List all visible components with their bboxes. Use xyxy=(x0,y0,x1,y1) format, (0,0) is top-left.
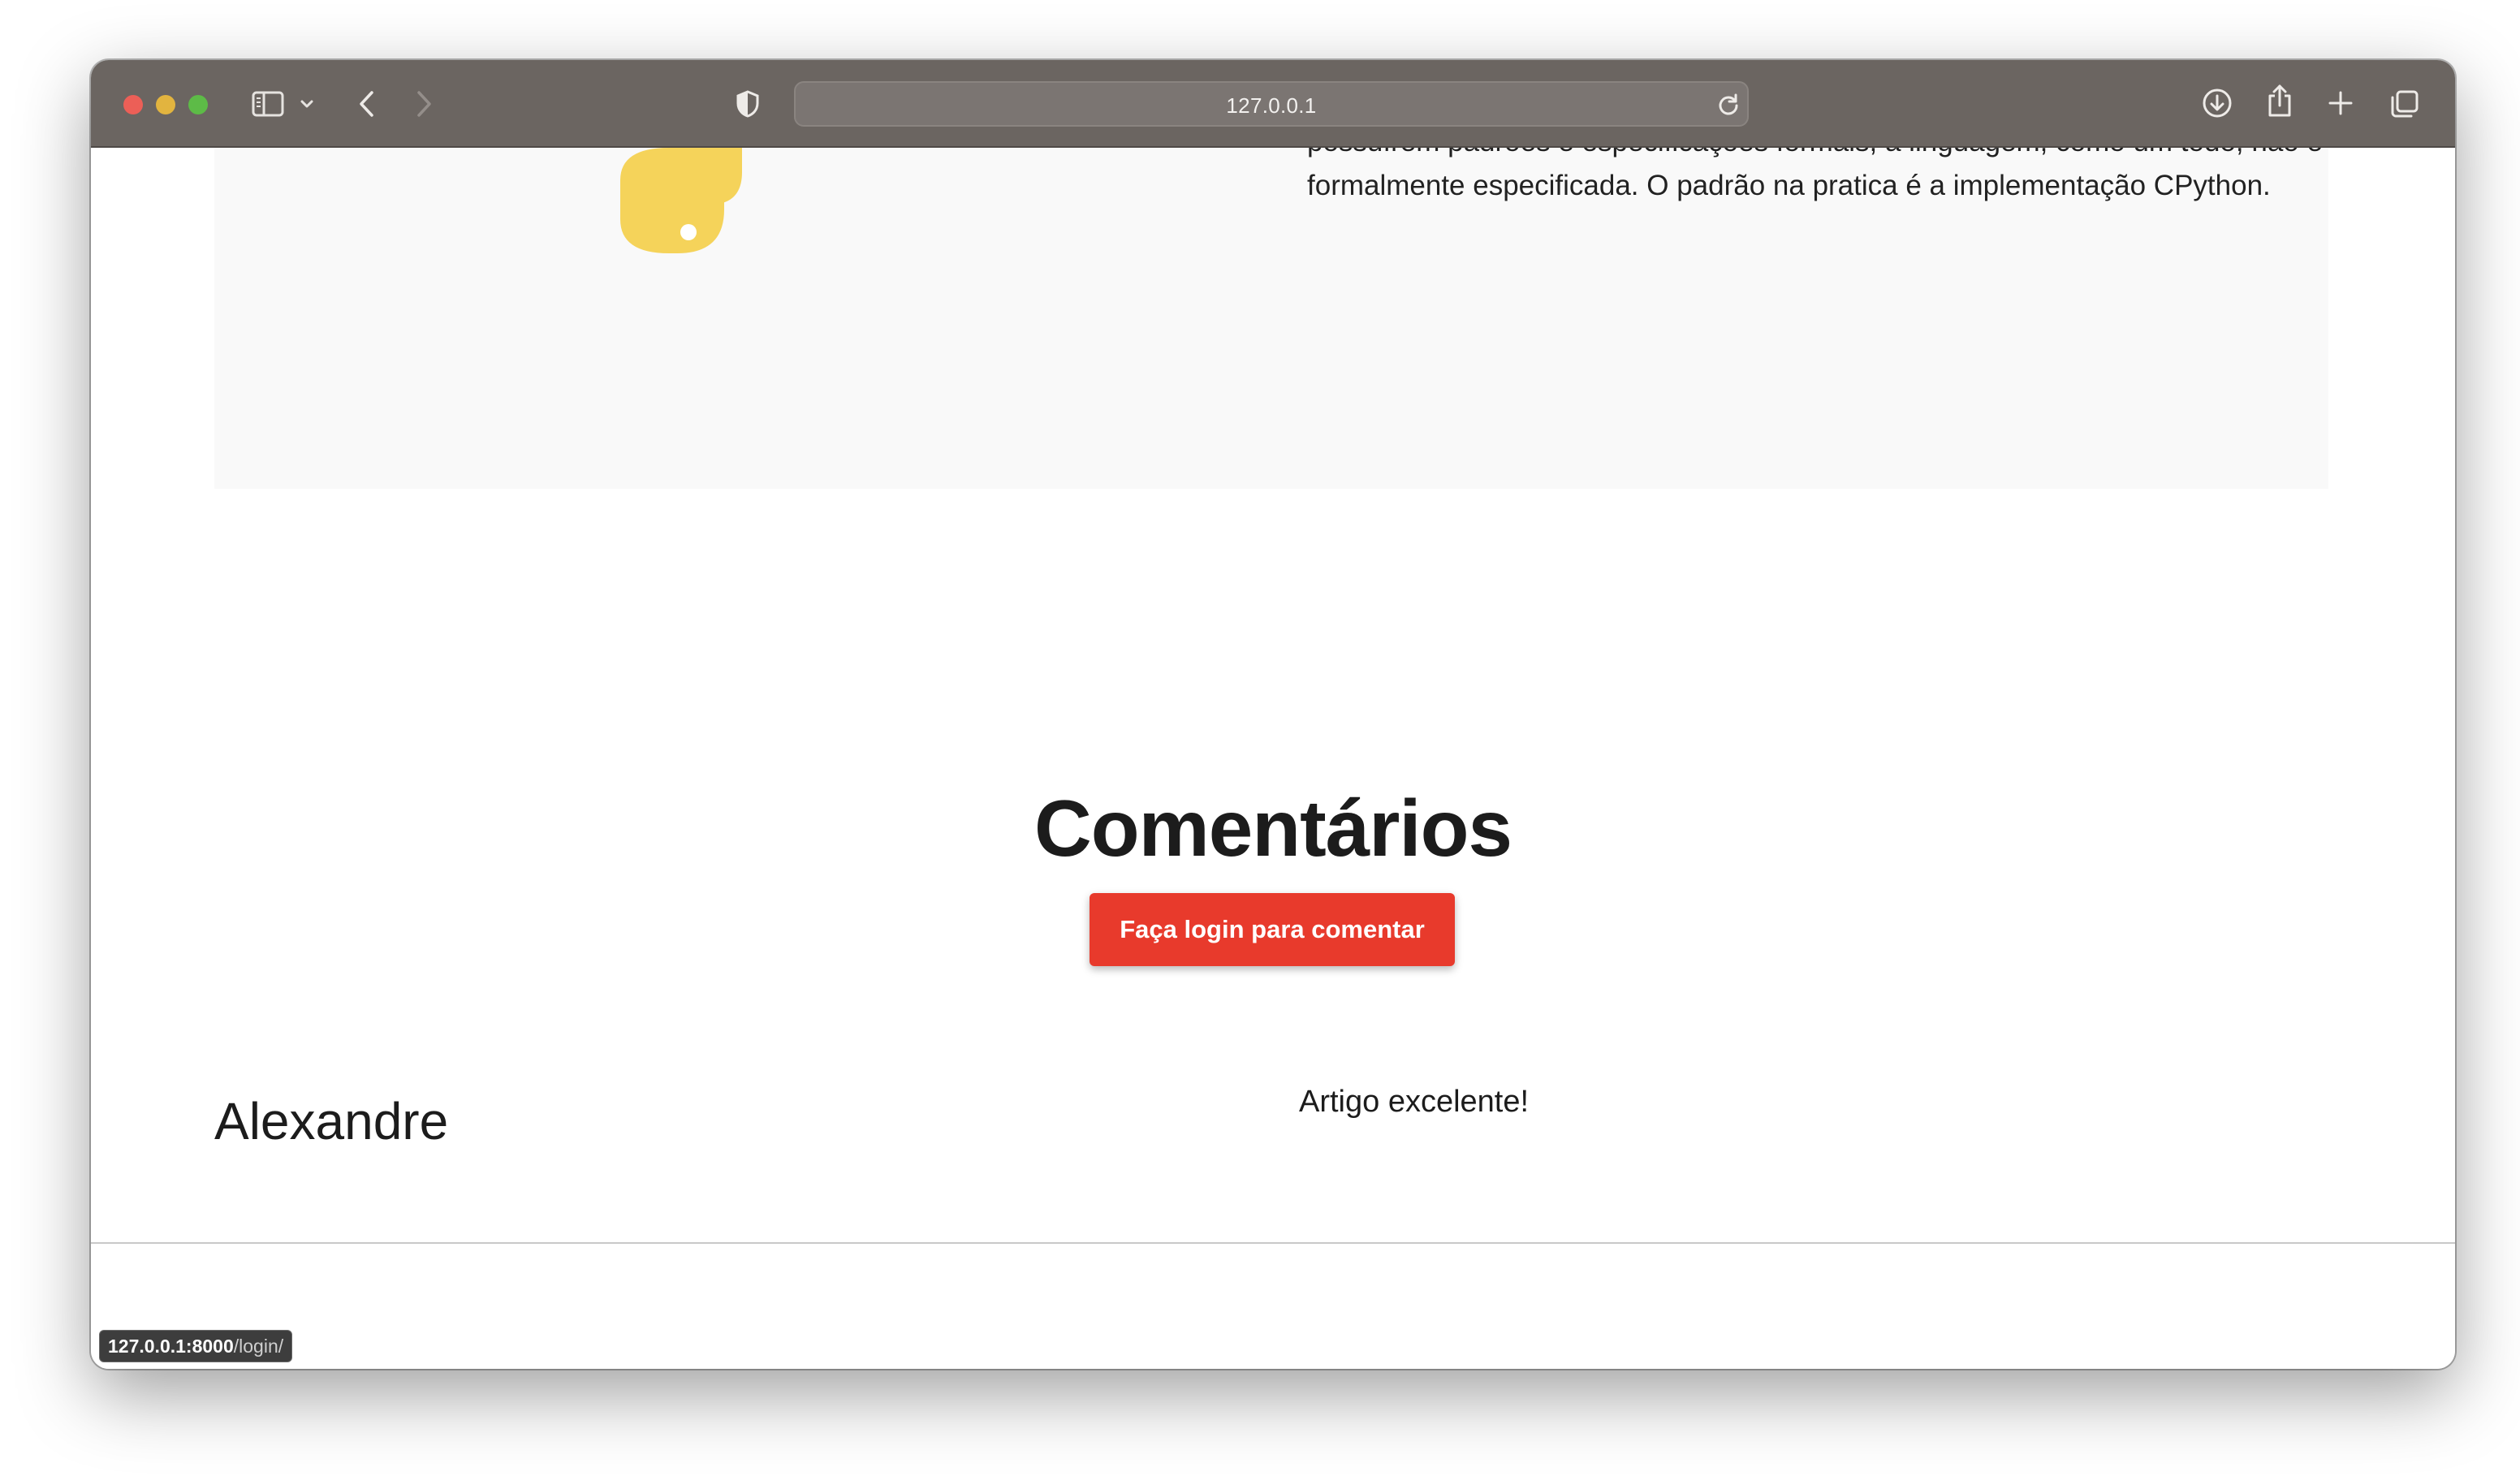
shield-icon[interactable] xyxy=(736,89,760,119)
close-window-button[interactable] xyxy=(123,95,143,114)
back-icon[interactable] xyxy=(357,89,377,119)
new-tab-icon[interactable] xyxy=(2328,91,2353,115)
tab-overview-icon[interactable] xyxy=(2390,89,2419,119)
comment-text: Artigo excelente! xyxy=(1299,1085,1530,1119)
article-text-line: possuírem padrões e especificações forma… xyxy=(1307,148,2328,164)
page-content: possuírem padrões e especificações forma… xyxy=(91,148,2455,1369)
forward-icon[interactable] xyxy=(414,89,434,119)
link-status-tooltip: 127.0.0.1:8000/login/ xyxy=(99,1330,293,1362)
article-card: possuírem padrões e especificações forma… xyxy=(214,148,2328,489)
address-bar-url: 127.0.0.1 xyxy=(1226,93,1317,118)
article-text-line: formalmente especificada. O padrão na pr… xyxy=(1307,170,2271,201)
article-excerpt: possuírem padrões e especificações forma… xyxy=(1307,148,2328,208)
chevron-down-icon[interactable] xyxy=(300,99,313,109)
comments-title: Comentários xyxy=(1033,783,1512,873)
python-logo xyxy=(588,148,783,265)
minimize-window-button[interactable] xyxy=(156,95,175,114)
sidebar-icon[interactable] xyxy=(252,91,284,117)
login-to-comment-button[interactable]: Faça login para comentar xyxy=(1090,893,1455,966)
status-url-path: /login/ xyxy=(233,1336,284,1357)
reload-icon[interactable] xyxy=(1716,93,1741,117)
comment-author: Alexandre xyxy=(214,1092,449,1150)
footer-divider xyxy=(91,1242,2455,1244)
browser-toolbar: 127.0.0.1 xyxy=(91,60,2455,148)
share-icon[interactable] xyxy=(2267,83,2293,119)
address-bar[interactable]: 127.0.0.1 xyxy=(794,81,1749,127)
status-url-host: 127.0.0.1:8000 xyxy=(108,1336,234,1357)
download-icon[interactable] xyxy=(2202,88,2233,119)
maximize-window-button[interactable] xyxy=(188,95,208,114)
browser-window: 127.0.0.1 formalmente especificada. O pa… xyxy=(91,60,2455,1369)
